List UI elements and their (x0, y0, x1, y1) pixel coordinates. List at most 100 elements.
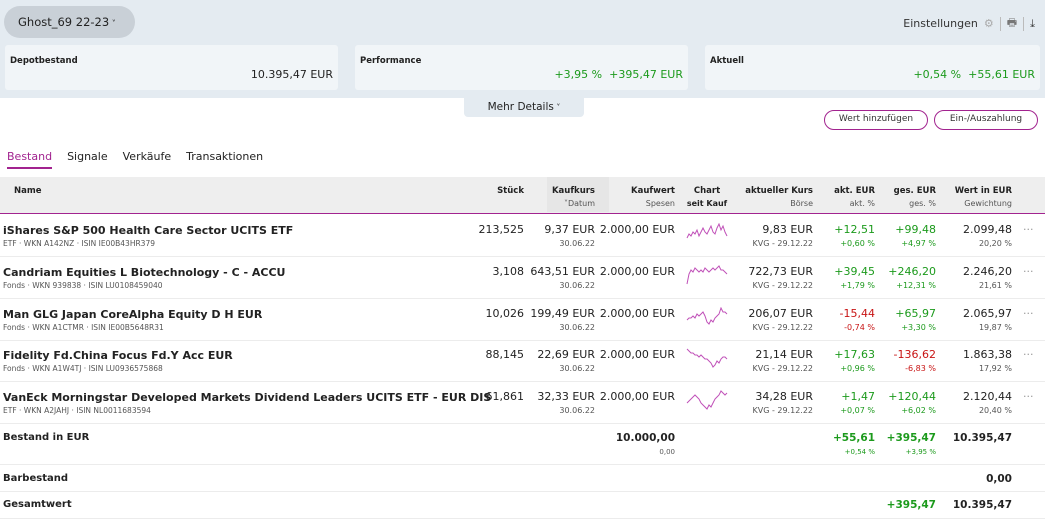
col-ges-pct[interactable]: ges. % (909, 199, 936, 208)
tab-signale[interactable]: Signale (67, 150, 108, 169)
col-date-label: Datum (567, 199, 595, 208)
security-name[interactable]: Fidelity Fd.China Focus Fd.Y Acc EUR (3, 349, 233, 362)
chevron-down-icon: ˅ (109, 19, 116, 28)
weight: 20,20 % (978, 239, 1012, 248)
col-weight[interactable]: Gewichtung (964, 199, 1012, 208)
ges-pct: +3,30 % (901, 322, 936, 332)
deposit-withdraw-button[interactable]: Ein-/Auszahlung (934, 110, 1038, 130)
buy-value: 2.000,00 EUR (599, 306, 675, 320)
sparkline-chart (686, 306, 728, 325)
col-akt[interactable]: akt. EUR (834, 186, 875, 196)
col-buy[interactable]: Kaufkurs (552, 186, 595, 196)
card-label: Depotbestand (10, 56, 78, 66)
ges-eur: +99,48 (895, 223, 936, 236)
sparkline-chart (686, 223, 728, 239)
security-meta: Fonds · WKN A1CTMR · ISIN IE00B5648R31 (3, 322, 164, 332)
print-icon[interactable]: 🖶 (1007, 14, 1017, 33)
card-depotbestand: Depotbestand 10.395,47 EUR (5, 45, 338, 90)
col-exchange[interactable]: Börse (790, 199, 813, 208)
col-chart: Chart (693, 186, 721, 196)
cash-worth: 0,00 (986, 473, 1012, 485)
buy-price: 643,51 EUR (530, 264, 595, 278)
exchange: KVG - 29.12.22 (752, 280, 813, 290)
akt-pct: +0,60 % (840, 239, 875, 248)
exchange: KVG - 29.12.22 (752, 364, 813, 374)
weight: 20,40 % (978, 406, 1012, 416)
security-meta: ETF · WKN A2JAHJ · ISIN NL0011683594 (3, 406, 151, 416)
col-ges[interactable]: ges. EUR (894, 186, 936, 196)
more-options-icon[interactable]: ··· (1023, 223, 1034, 236)
qty: 3,108 (492, 264, 525, 278)
col-qty[interactable]: Stück (497, 186, 524, 196)
more-details-label: Mehr Details (487, 101, 554, 113)
akt-eur: +1,47 (841, 390, 875, 404)
akt-eur: -15,44 (839, 306, 875, 320)
sparkline-chart (686, 349, 728, 369)
total-ges-pct: +3,95 % (905, 448, 936, 456)
add-security-button[interactable]: Wert hinzufügen (824, 110, 928, 130)
account-selector[interactable]: Ghost_69 22-23 ˅ (4, 6, 135, 38)
divider (999, 16, 1001, 31)
buy-date: 30.06.22 (559, 364, 595, 374)
col-price[interactable]: aktueller Kurs (745, 186, 813, 196)
table-header: Name Stück Kaufkurs ˅Datum Kaufwert Spes… (0, 177, 1045, 214)
current-price: 34,28 EUR (755, 390, 813, 404)
more-options-icon[interactable]: ··· (1023, 348, 1034, 361)
ges-eur: -136,62 (893, 348, 936, 362)
col-fees[interactable]: Spesen (646, 199, 675, 208)
card-pct: +0,54 % (913, 68, 962, 81)
col-worth[interactable]: Wert in EUR (955, 186, 1012, 196)
sparkline (686, 390, 728, 411)
total-ges: +395,47 (886, 432, 936, 444)
akt-eur: +17,63 (834, 348, 875, 362)
more-options-icon[interactable]: ··· (1023, 390, 1034, 403)
tab-bestand[interactable]: Bestand (7, 150, 53, 169)
weight: 21,61 % (978, 280, 1012, 290)
exchange: KVG - 29.12.22 (752, 239, 813, 248)
col-value[interactable]: Kaufwert (631, 186, 675, 196)
qty: 61,861 (485, 390, 525, 404)
col-name[interactable]: Name (14, 186, 41, 196)
col-date[interactable]: ˅Datum (564, 199, 595, 208)
tab-transaktionen[interactable]: Transaktionen (186, 150, 263, 169)
gear-icon[interactable]: ⚙ (984, 17, 994, 30)
worth: 2.120,44 (963, 390, 1012, 404)
security-name[interactable]: VanEck Morningstar Developed Markets Div… (3, 391, 491, 404)
more-options-icon[interactable]: ··· (1023, 265, 1034, 278)
akt-pct: +0,96 % (840, 364, 875, 374)
tab-verkaeufe[interactable]: Verkäufe (123, 150, 172, 169)
current-price: 206,07 EUR (748, 306, 813, 320)
cash-row: Barbestand 0,00 (0, 465, 1045, 492)
card-label: Aktuell (710, 56, 744, 66)
grand-label: Gesamtwert (3, 499, 72, 510)
card-value: +395,47 EUR (609, 68, 683, 81)
security-name[interactable]: Candriam Equities L Biotechnology - C - … (3, 266, 285, 279)
akt-pct: +1,79 % (840, 280, 875, 290)
sparkline (686, 349, 728, 369)
ges-eur: +120,44 (888, 390, 936, 404)
table-row[interactable]: Man GLG Japan CoreAlpha Equity D H EUR F… (0, 299, 1045, 341)
table-row[interactable]: iShares S&P 500 Health Care Sector UCITS… (0, 215, 1045, 257)
table-row[interactable]: Candriam Equities L Biotechnology - C - … (0, 257, 1045, 299)
table-row[interactable]: VanEck Morningstar Developed Markets Div… (0, 382, 1045, 425)
total-fees: 0,00 (659, 448, 675, 456)
qty: 213,525 (478, 223, 525, 236)
settings-link[interactable]: Einstellungen (903, 17, 978, 30)
table-row[interactable]: Fidelity Fd.China Focus Fd.Y Acc EUR Fon… (0, 340, 1045, 383)
download-icon[interactable]: ⤓ (1030, 17, 1035, 31)
more-options-icon[interactable]: ··· (1023, 307, 1034, 320)
tab-bar: Bestand Signale Verkäufe Transaktionen (7, 150, 263, 169)
worth: 2.065,97 (963, 306, 1012, 320)
buy-value: 2.000,00 EUR (599, 223, 675, 236)
security-name[interactable]: iShares S&P 500 Health Care Sector UCITS… (3, 224, 293, 237)
worth: 2.246,20 (963, 264, 1012, 278)
more-details-button[interactable]: Mehr Details ˅ (464, 98, 584, 117)
card-value: +55,61 EUR (968, 68, 1035, 81)
qty: 88,145 (485, 348, 525, 362)
ges-pct: +6,02 % (901, 406, 936, 416)
total-label: Bestand in EUR (3, 432, 90, 443)
akt-pct: -0,74 % (844, 322, 875, 332)
security-name[interactable]: Man GLG Japan CoreAlpha Equity D H EUR (3, 308, 262, 321)
ges-pct: -6,83 % (905, 364, 936, 374)
col-akt-pct[interactable]: akt. % (850, 199, 875, 208)
